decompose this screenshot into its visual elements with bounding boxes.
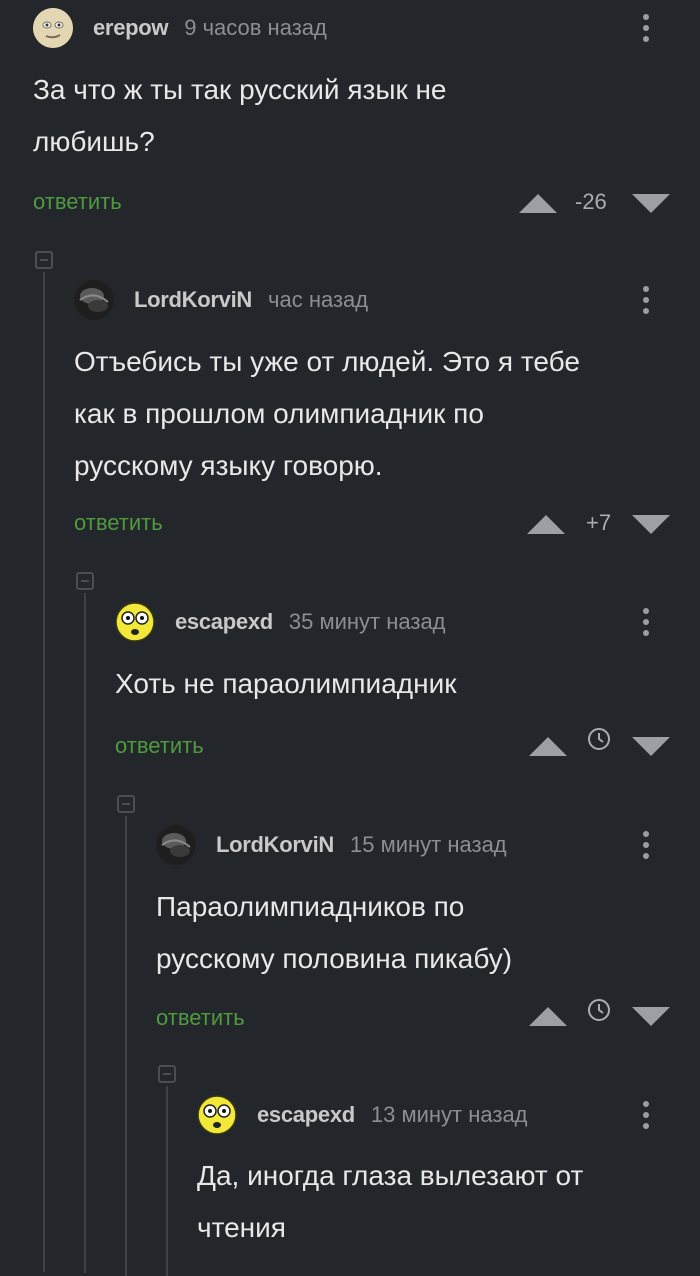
comment: escapexd 13 минут назад Да, иногда глаза… — [0, 0, 700, 1269]
yellow-face-avatar-icon[interactable] — [197, 1095, 237, 1135]
author-name[interactable]: escapexd — [257, 1102, 355, 1128]
comment-text: Да, иногда глаза вылезают от чтения — [197, 1160, 584, 1243]
comment-time: 13 минут назад — [370, 1102, 528, 1127]
more-options-icon[interactable] — [641, 1095, 651, 1135]
